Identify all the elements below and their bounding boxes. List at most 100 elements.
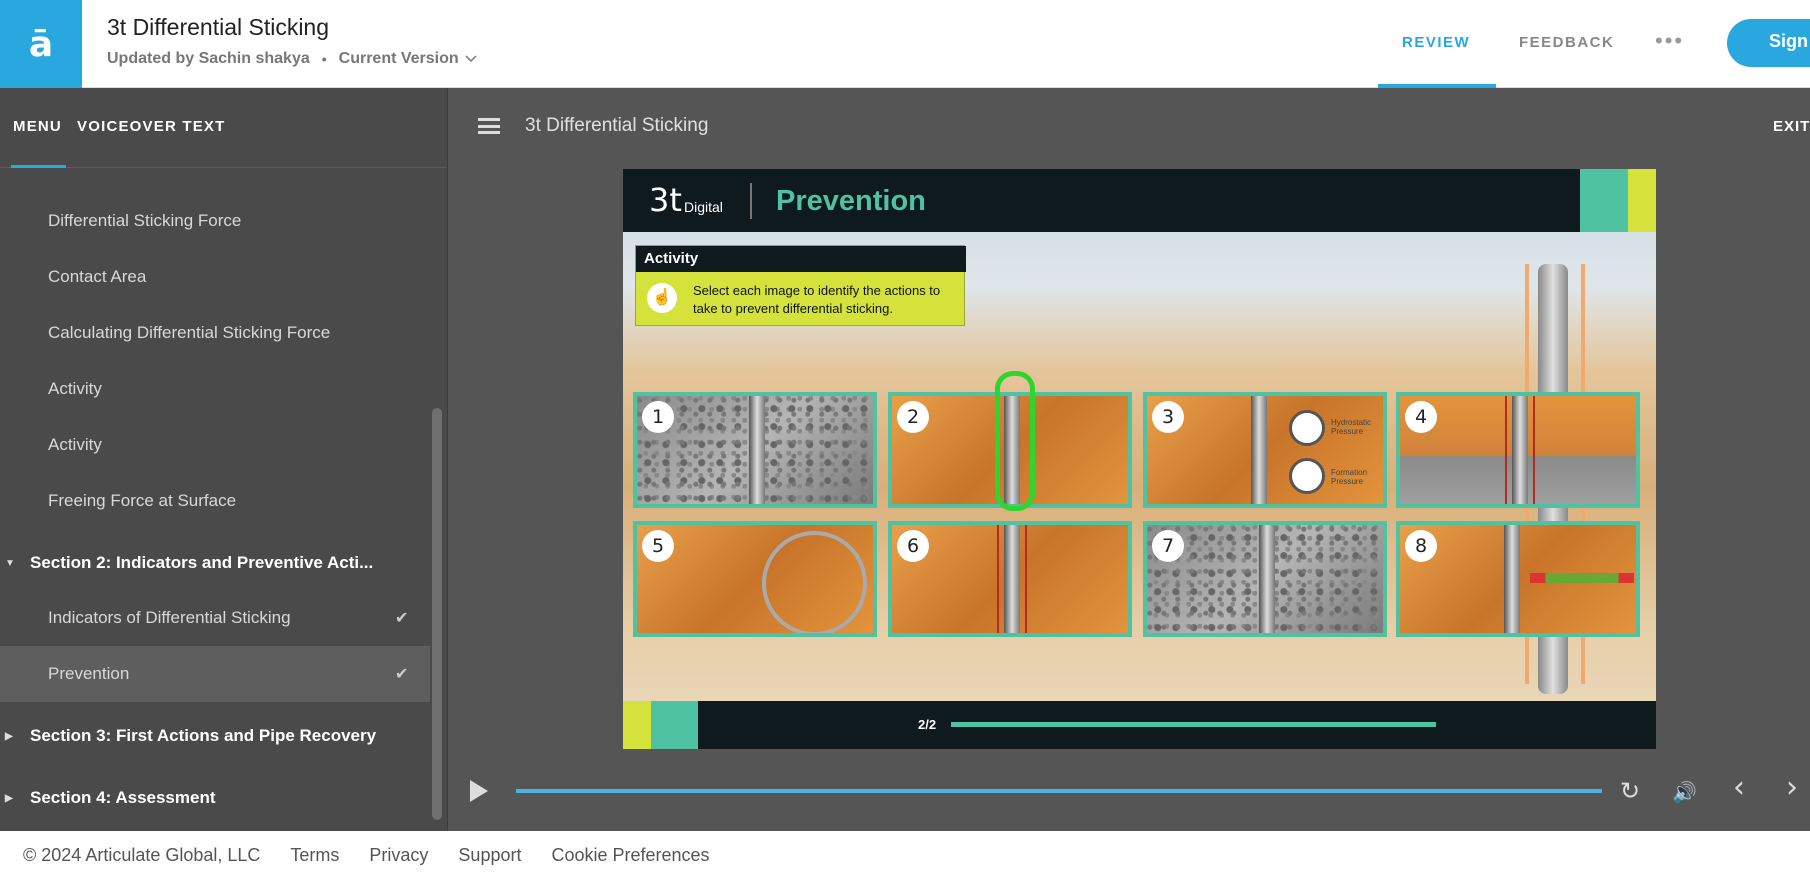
pointer-click-icon: ☝	[647, 283, 677, 313]
updated-by-text: Updated by Sachin shakya	[107, 50, 310, 67]
tile-number: 2	[897, 401, 929, 433]
player-title: 3t Differential Sticking	[525, 115, 709, 136]
chevron-down-icon	[465, 55, 477, 63]
sidebar-item-label: Activity	[48, 379, 102, 398]
sidebar-item-label: Calculating Differential Sticking Force	[48, 323, 331, 342]
green-annotation-mark	[995, 371, 1035, 511]
slide-canvas: 3t Digital Prevention Activity ☝ Select …	[623, 169, 1656, 749]
measurement-bar	[1530, 573, 1634, 583]
play-icon[interactable]	[470, 780, 488, 802]
previous-icon[interactable]: ‹	[1733, 770, 1745, 805]
sidebar-section-2[interactable]: ▼ Section 2: Indicators and Preventive A…	[0, 535, 430, 591]
copyright-text: © 2024 Articulate Global, LLC	[23, 845, 261, 865]
sidebar-section-3[interactable]: ▶ Section 3: First Actions and Pipe Reco…	[0, 708, 430, 764]
drill-pipe	[1251, 396, 1267, 504]
seek-bar[interactable]	[516, 789, 1602, 793]
drill-pipe	[1259, 525, 1275, 633]
caret-down-icon: ▼	[5, 557, 15, 569]
image-tile-3[interactable]: Hydrostatic Pressure Formation Pressure …	[1143, 392, 1387, 508]
tile-number: 4	[1405, 401, 1437, 433]
slide-header: 3t Digital Prevention	[623, 169, 1656, 232]
slide-player: 3t Differential Sticking EXIT 3t Digital…	[448, 88, 1810, 831]
version-dropdown[interactable]: Current Version	[339, 50, 477, 68]
sidebar-item-label: Indicators of Differential Sticking	[48, 608, 291, 627]
version-label: Current Version	[338, 50, 459, 67]
sidebar-item[interactable]: Differential Sticking Force	[0, 193, 430, 249]
tile-number: 1	[642, 401, 674, 433]
image-tile-1[interactable]: 1	[633, 392, 877, 508]
sidebar-item[interactable]: Calculating Differential Sticking Force	[0, 305, 430, 361]
slide-page-indicator: 2/2	[918, 717, 937, 732]
sidebar-item-indicators[interactable]: Indicators of Differential Sticking ✔	[0, 590, 430, 646]
footer-link-terms[interactable]: Terms	[290, 845, 339, 866]
corner-accent-teal	[1580, 169, 1628, 232]
footer-link-privacy[interactable]: Privacy	[369, 845, 428, 866]
footer-link-cookie-preferences[interactable]: Cookie Preferences	[551, 845, 709, 866]
next-icon[interactable]: ›	[1786, 770, 1798, 805]
logo-icon: ā	[28, 23, 54, 65]
sidebar-item-label: Contact Area	[48, 267, 147, 286]
sidebar-tabs: MENU VOICEOVER TEXT	[0, 88, 447, 168]
activity-instruction-box: Activity ☝ Select each image to identify…	[635, 245, 966, 326]
more-options-button[interactable]: •••	[1655, 28, 1684, 54]
tile-number: 3	[1152, 401, 1184, 433]
checkmark-icon: ✔	[395, 610, 409, 627]
image-tile-4[interactable]: 4	[1396, 392, 1640, 508]
section-label: Section 3: First Actions and Pipe Recove…	[30, 726, 377, 745]
tile-number: 7	[1152, 530, 1184, 562]
document-meta: Updated by Sachin shakya • Current Versi…	[107, 50, 477, 68]
magnifier-illustration	[762, 531, 867, 633]
caret-right-icon: ▶	[5, 730, 13, 742]
image-tile-7[interactable]: 7	[1143, 521, 1387, 637]
section-label: Section 2: Indicators and Preventive Act…	[30, 553, 374, 572]
sidebar-item-label: Activity	[48, 435, 102, 454]
menu-toggle-icon[interactable]	[478, 118, 500, 134]
activity-instructions: Select each image to identify the action…	[693, 283, 941, 316]
tile-number: 6	[897, 530, 929, 562]
footer-link-support[interactable]: Support	[458, 845, 521, 866]
sign-in-button[interactable]: Sign I	[1727, 19, 1810, 67]
tab-review[interactable]: REVIEW	[1402, 34, 1470, 51]
sidebar-item[interactable]: Activity	[0, 417, 430, 473]
volume-icon[interactable]: 🔊	[1672, 780, 1697, 804]
document-title: 3t Differential Sticking	[107, 14, 330, 40]
sidebar-item[interactable]: Freeing Force at Surface	[0, 473, 430, 529]
drill-pipe	[1504, 525, 1520, 633]
header-divider	[750, 183, 752, 219]
sidebar-scrollbar[interactable]	[432, 408, 442, 820]
exit-button[interactable]: EXIT	[1773, 118, 1810, 135]
gauge-label: Formation Pressure	[1331, 468, 1368, 486]
image-tile-8[interactable]: 8	[1396, 521, 1640, 637]
drill-pipe	[749, 396, 765, 504]
corner-accent-yellow	[1628, 169, 1656, 232]
tile-number: 5	[642, 530, 674, 562]
sidebar-item[interactable]: Contact Area	[0, 249, 430, 305]
gauge-label: Hydrostatic Pressure	[1331, 418, 1372, 436]
sidebar-item[interactable]: Activity	[0, 361, 430, 417]
checkmark-icon: ✔	[395, 666, 409, 683]
image-tile-6[interactable]: 6	[888, 521, 1132, 637]
sidebar-item-prevention[interactable]: Prevention ✔	[0, 646, 430, 702]
drill-pipe	[1512, 396, 1528, 504]
footer-accent-teal	[651, 701, 698, 749]
slide-footer: 2/2	[623, 701, 1656, 749]
brand-subtitle: Digital	[684, 199, 723, 215]
drill-pipe	[1004, 525, 1020, 633]
course-sidebar: MENU VOICEOVER TEXT Differential Stickin…	[0, 88, 448, 831]
tab-feedback[interactable]: FEEDBACK	[1519, 34, 1614, 51]
sidebar-item-label: Freeing Force at Surface	[48, 491, 237, 510]
top-header: ā 3t Differential Sticking Updated by Sa…	[0, 0, 1810, 88]
meta-separator: •	[321, 51, 327, 67]
sidebar-item-label: Prevention	[48, 664, 130, 683]
sidebar-section-4[interactable]: ▶ Section 4: Assessment	[0, 770, 430, 826]
tab-voiceover-text[interactable]: VOICEOVER TEXT	[77, 118, 226, 135]
tab-menu-underline	[11, 165, 66, 168]
replay-icon[interactable]: ↻	[1620, 777, 1640, 805]
page-footer: © 2024 Articulate Global, LLC Terms Priv…	[0, 831, 1810, 880]
image-tile-5[interactable]: 5	[633, 521, 877, 637]
tab-menu[interactable]: MENU	[13, 118, 62, 135]
caret-right-icon: ▶	[5, 792, 13, 804]
hydrostatic-gauge-icon	[1289, 410, 1325, 446]
app-logo[interactable]: ā	[0, 0, 82, 88]
slide-heading: Prevention	[776, 185, 926, 217]
